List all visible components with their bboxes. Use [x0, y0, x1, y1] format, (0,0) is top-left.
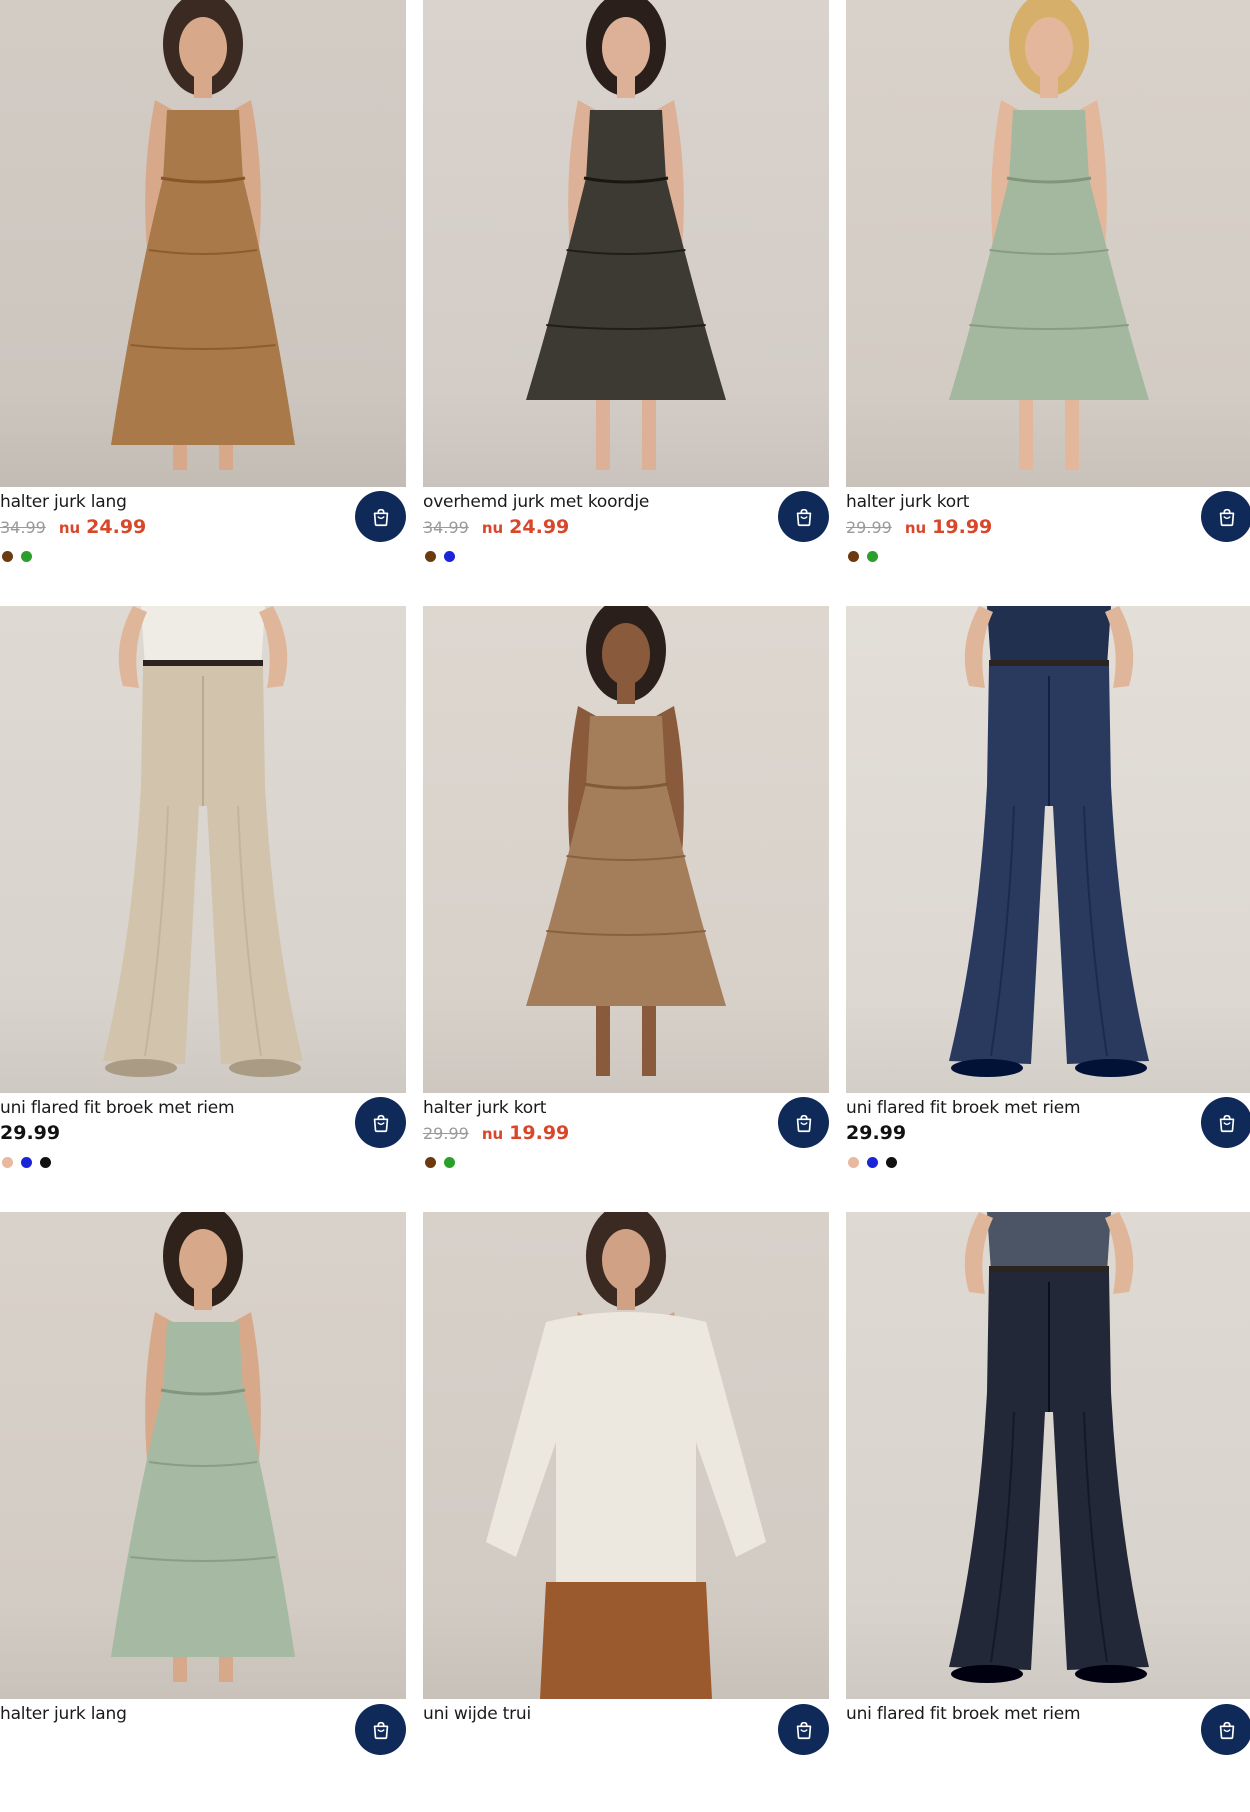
color-swatch[interactable] [867, 551, 878, 562]
sale-price: 19.99 [509, 1122, 570, 1144]
product-image[interactable] [846, 1212, 1250, 1699]
color-swatch[interactable] [425, 551, 436, 562]
color-swatches [425, 1157, 455, 1168]
color-swatch[interactable] [867, 1157, 878, 1168]
product-price: 34.99 nu 24.99 [423, 516, 569, 542]
color-swatch[interactable] [21, 551, 32, 562]
add-to-cart-button[interactable] [778, 491, 829, 542]
shopping-bag-icon [373, 508, 388, 526]
color-swatch[interactable] [40, 1157, 51, 1168]
shopping-bag-icon [373, 1114, 388, 1132]
product-name[interactable]: uni wijde trui [423, 1702, 531, 1726]
product-card[interactable]: halter jurk lang [0, 1212, 406, 1812]
color-swatch[interactable] [2, 551, 13, 562]
product-card[interactable]: uni flared fit broek met riem 29.99 [846, 606, 1250, 1206]
add-to-cart-button[interactable] [1201, 1097, 1250, 1148]
product-price: 29.99 nu 19.99 [846, 516, 992, 542]
product-name[interactable]: uni flared fit broek met riem [846, 1096, 1081, 1120]
shopping-bag-icon [796, 1114, 811, 1132]
color-swatch[interactable] [444, 551, 455, 562]
product-card[interactable]: uni flared fit broek met riem [846, 1212, 1250, 1812]
product-image[interactable] [846, 0, 1250, 487]
sale-price: 24.99 [86, 516, 147, 538]
product-card[interactable]: halter jurk kort 29.99 nu 19.99 [423, 606, 829, 1206]
old-price: 29.99 [423, 1124, 469, 1143]
regular-price: 29.99 [846, 1122, 907, 1144]
add-to-cart-button[interactable] [355, 491, 406, 542]
old-price: 34.99 [423, 518, 469, 537]
product-photo [423, 1212, 829, 1699]
product-card[interactable]: halter jurk kort 29.99 nu 19.99 [846, 0, 1250, 600]
product-photo [0, 0, 406, 487]
product-image[interactable] [846, 606, 1250, 1093]
add-to-cart-button[interactable] [1201, 1704, 1250, 1755]
product-name[interactable]: halter jurk kort [423, 1096, 546, 1120]
color-swatches [848, 1157, 897, 1168]
product-photo [846, 1212, 1250, 1699]
product-price: 34.99 nu 24.99 [0, 516, 146, 542]
shopping-bag-icon [1219, 508, 1234, 526]
color-swatch[interactable] [425, 1157, 436, 1168]
color-swatch[interactable] [2, 1157, 13, 1168]
product-image[interactable] [423, 0, 829, 487]
old-price: 34.99 [0, 518, 46, 537]
product-name[interactable]: halter jurk lang [0, 1702, 127, 1726]
product-card[interactable]: uni wijde trui [423, 1212, 829, 1812]
shopping-bag-icon [796, 508, 811, 526]
add-to-cart-button[interactable] [355, 1704, 406, 1755]
product-price: 29.99 nu 19.99 [423, 1122, 569, 1148]
product-card[interactable]: uni flared fit broek met riem 29.99 [0, 606, 406, 1206]
sale-label: nu [481, 1125, 504, 1143]
color-swatch[interactable] [444, 1157, 455, 1168]
product-name[interactable]: halter jurk lang [0, 490, 127, 514]
sale-price: 19.99 [932, 516, 993, 538]
color-swatches [425, 551, 455, 562]
product-card[interactable]: overhemd jurk met koordje 34.99 nu 24.99 [423, 0, 829, 600]
product-name[interactable]: overhemd jurk met koordje [423, 490, 649, 514]
product-card[interactable]: halter jurk lang 34.99 nu 24.99 [0, 0, 406, 600]
product-price: 29.99 [0, 1122, 60, 1148]
color-swatches [848, 551, 878, 562]
shopping-bag-icon [796, 1721, 811, 1739]
product-image[interactable] [423, 1212, 829, 1699]
product-name[interactable]: uni flared fit broek met riem [846, 1702, 1081, 1726]
product-name[interactable]: uni flared fit broek met riem [0, 1096, 235, 1120]
color-swatch[interactable] [886, 1157, 897, 1168]
add-to-cart-button[interactable] [778, 1097, 829, 1148]
product-image[interactable] [423, 606, 829, 1093]
product-name[interactable]: halter jurk kort [846, 490, 969, 514]
color-swatches [2, 551, 32, 562]
product-photo [0, 606, 406, 1093]
color-swatches [2, 1157, 51, 1168]
regular-price: 29.99 [0, 1122, 61, 1144]
sale-label: nu [904, 519, 927, 537]
add-to-cart-button[interactable] [355, 1097, 406, 1148]
product-image[interactable] [0, 606, 406, 1093]
sale-price: 24.99 [509, 516, 570, 538]
shopping-bag-icon [1219, 1114, 1234, 1132]
product-photo [423, 0, 829, 487]
color-swatch[interactable] [848, 1157, 859, 1168]
product-photo [0, 1212, 406, 1699]
add-to-cart-button[interactable] [778, 1704, 829, 1755]
add-to-cart-button[interactable] [1201, 491, 1250, 542]
color-swatch[interactable] [21, 1157, 32, 1168]
old-price: 29.99 [846, 518, 892, 537]
product-photo [423, 606, 829, 1093]
product-photo [846, 0, 1250, 487]
sale-label: nu [58, 519, 81, 537]
product-price: 29.99 [846, 1122, 906, 1148]
sale-label: nu [481, 519, 504, 537]
product-image[interactable] [0, 0, 406, 487]
product-image[interactable] [0, 1212, 406, 1699]
color-swatch[interactable] [848, 551, 859, 562]
product-photo [846, 606, 1250, 1093]
shopping-bag-icon [1219, 1721, 1234, 1739]
shopping-bag-icon [373, 1721, 388, 1739]
